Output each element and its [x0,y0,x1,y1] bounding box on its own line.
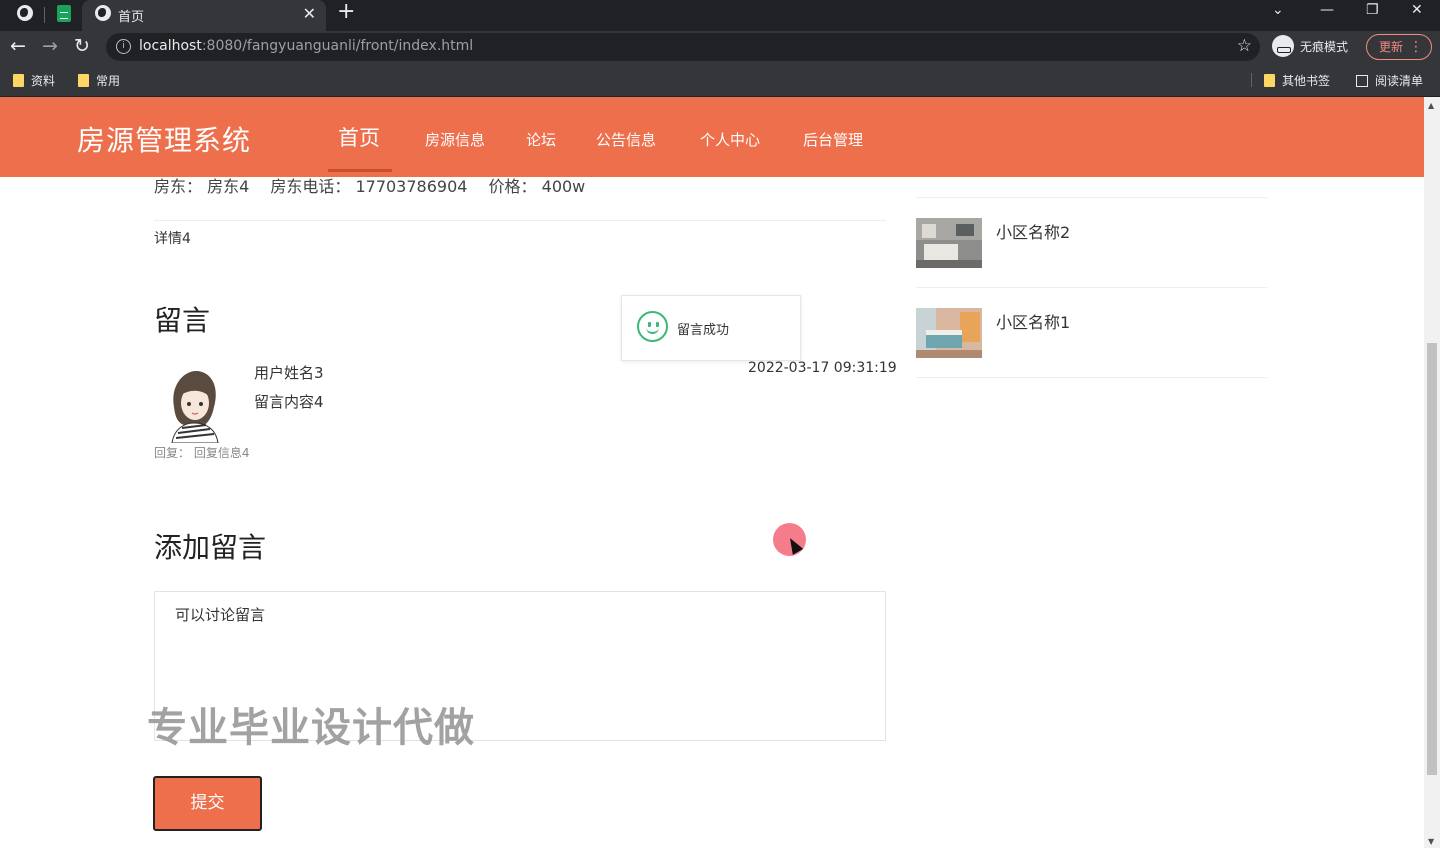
smile-icon [637,311,668,342]
browser-tab-bar: 首页 ✕ + ⌄ — ❐ ✕ [0,0,1440,31]
reload-icon[interactable]: ↻ [74,35,90,57]
address-bar[interactable]: i localhost:8080/fangyuanguanli/front/in… [106,33,1260,61]
globe-icon[interactable] [16,4,34,22]
page-scrollbar[interactable]: ▲ ▼ [1424,97,1440,848]
forward-icon[interactable]: → [42,35,58,57]
comment-reply: 回复： 回复信息4 [154,446,250,460]
site-header: 房源管理系统 首页 房源信息 论坛 公告信息 个人中心 后台管理 [0,97,1424,177]
sidebar-item-community-2[interactable]: 小区名称2 [916,198,1267,288]
nav-listings[interactable]: 房源信息 [425,129,485,150]
tab-title: 首页 [118,10,145,25]
back-icon[interactable]: ← [10,35,26,57]
comment-content: 留言内容4 [254,393,324,411]
other-bookmarks[interactable]: 其他书签 [1264,72,1330,89]
url-text[interactable]: localhost:8080/fangyuanguanli/front/inde… [139,38,473,54]
tab-divider [44,7,45,23]
minimize-icon[interactable]: — [1320,2,1334,18]
watermark-text: 专业毕业设计代做 [147,705,475,751]
reading-list[interactable]: 阅读清单 [1356,72,1423,89]
add-comment-heading: 添加留言 [154,531,267,564]
restore-icon[interactable]: ❐ [1366,2,1379,18]
update-label: 更新 [1379,40,1404,54]
scroll-up-icon[interactable]: ▲ [1428,101,1434,110]
price: 价格： 400w [488,177,586,196]
landlord-phone: 房东电话： 17703786904 [270,177,468,196]
tab-home[interactable]: 首页 ✕ [82,0,326,31]
sidebar-item-community-1[interactable]: 小区名称1 [916,288,1267,378]
folder-icon [78,74,89,87]
window-close-icon[interactable]: ✕ [1411,2,1423,18]
nav-home[interactable]: 首页 [338,122,380,152]
toast-message: 留言成功 [677,323,730,338]
reading-list-icon [1356,74,1368,87]
nav-active-indicator [328,169,392,172]
comment-time: 2022-03-17 09:31:19 [748,360,897,376]
folder-icon [1264,74,1275,87]
close-icon[interactable]: ✕ [303,4,316,23]
nav-admin[interactable]: 后台管理 [803,129,863,150]
incognito-icon [1272,35,1294,57]
new-tab-button[interactable]: + [337,1,355,23]
folder-icon [13,74,24,87]
property-detail: 详情4 [154,231,191,247]
comment-user: 用户姓名3 [254,364,324,382]
nav-profile[interactable]: 个人中心 [700,129,760,150]
avatar [171,371,219,443]
globe-icon [94,4,112,22]
page-viewport: 房源管理系统 首页 房源信息 论坛 公告信息 个人中心 后台管理 房东： 房东4… [0,97,1424,848]
success-toast: 留言成功 [621,295,801,361]
divider [154,220,886,221]
browser-toolbar: ← → ↻ i localhost:8080/fangyuanguanli/fr… [0,31,1440,63]
bookmark-folder-1[interactable]: 资料 [13,72,55,89]
sheets-tab-icon[interactable] [55,4,73,22]
nav-forum[interactable]: 论坛 [526,129,556,150]
submit-button[interactable]: 提交 [153,776,262,831]
site-title[interactable]: 房源管理系统 [77,119,251,159]
star-icon[interactable]: ☆ [1237,36,1252,56]
nav-announcements[interactable]: 公告信息 [596,129,656,150]
menu-dots-icon: ⋮ [1409,39,1423,55]
scrollbar-thumb[interactable] [1427,343,1437,775]
chevron-down-icon[interactable]: ⌄ [1272,2,1284,18]
bookmarks-divider [1251,73,1252,87]
landlord: 房东： 房东4 [154,177,250,196]
scroll-down-icon[interactable]: ▼ [1428,837,1434,846]
comments-heading: 留言 [154,304,211,337]
incognito-label: 无痕模式 [1300,39,1349,54]
bookmarks-bar: 资料 常用 其他书签 阅读清单 [0,63,1440,97]
room-thumbnail[interactable] [916,308,982,358]
sidebar-item-name[interactable]: 小区名称1 [996,309,1070,333]
update-button[interactable]: 更新 ⋮ [1366,34,1432,60]
info-icon[interactable]: i [116,39,131,54]
bookmark-folder-2[interactable]: 常用 [78,72,120,89]
room-thumbnail[interactable] [916,218,982,268]
sidebar-item-name[interactable]: 小区名称2 [996,219,1070,243]
incognito-indicator[interactable]: 无痕模式 [1272,35,1348,57]
